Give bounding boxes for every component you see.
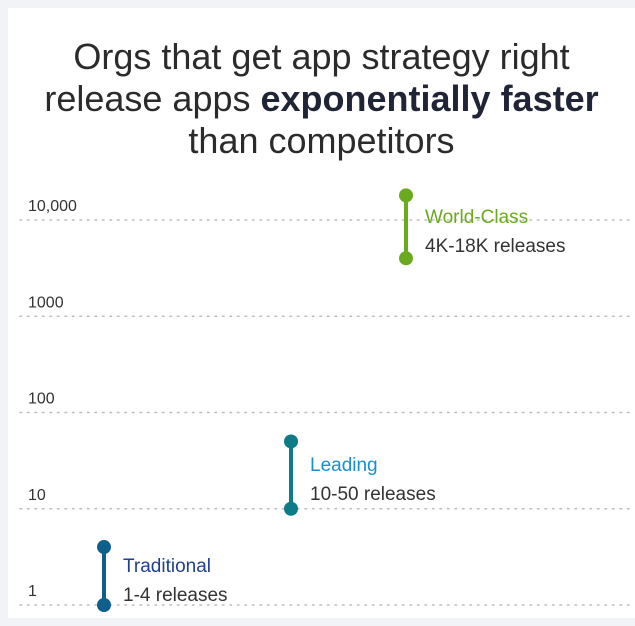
range-low-dot (97, 598, 111, 612)
range-high-dot (284, 434, 298, 449)
y-tick-label: 1000 (28, 294, 64, 311)
range-description: 10-50 releases (310, 484, 436, 505)
y-tick-label: 100 (28, 391, 55, 408)
y-tick-label: 10 (28, 487, 46, 504)
release-range-chart: 1 10 100 1000 10,000 Traditional 1-4 releases L… (19, 188, 631, 612)
y-tick-label: 10,000 (28, 198, 77, 215)
range-label: Traditional (123, 556, 211, 577)
range-high-dot (97, 540, 111, 555)
range-low-dot (284, 501, 298, 516)
range-label: World-Class (425, 207, 528, 228)
range-description: 4K-18K releases (425, 236, 565, 257)
range-low-dot (399, 251, 413, 266)
y-tick-label: 1 (28, 583, 37, 600)
range-description: 1-4 releases (123, 585, 228, 606)
range-label: Leading (310, 455, 378, 476)
chart-card: Orgs that get app strategy right release… (8, 8, 635, 618)
range-high-dot (399, 188, 413, 203)
